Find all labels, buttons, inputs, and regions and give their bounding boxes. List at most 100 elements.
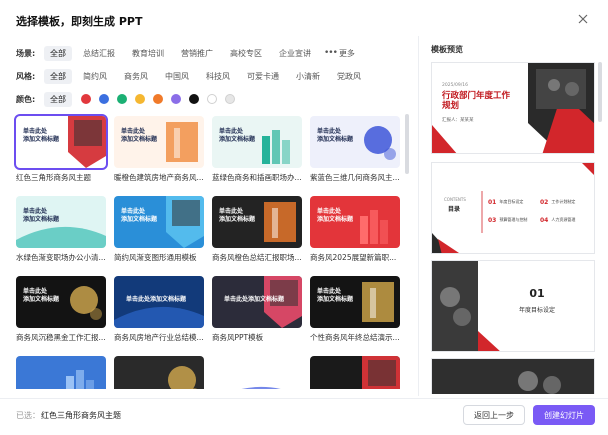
preview-slide-cover[interactable]: 2025/09/16 行政部门年度工作 规划 汇报人：某某某	[431, 62, 595, 154]
style-chip-chinese[interactable]: 中国风	[159, 69, 195, 84]
color-swatch[interactable]	[153, 94, 163, 104]
template-card[interactable]: 单击此处 添加文档标题 蓝绿色商务和插画职场办...	[212, 116, 302, 183]
template-thumbnail[interactable]: 单击此处 添加文档标题	[310, 276, 400, 328]
scene-chip-education[interactable]: 教育培训	[126, 46, 170, 61]
contents-item: 02 工作计划制定	[540, 193, 592, 211]
color-swatch[interactable]	[189, 94, 199, 104]
color-swatch[interactable]	[135, 94, 145, 104]
thumbnail-graphic	[168, 366, 198, 389]
template-card[interactable]: 单击此处添加文档标题商务风PPT模板	[212, 276, 302, 343]
scene-chip-enterprise[interactable]: 企业宣讲	[273, 46, 317, 61]
contents-item-text: 工作计划制定	[551, 199, 576, 204]
partial-graphic	[432, 359, 594, 394]
template-name: 商务风PPT模板	[212, 333, 264, 342]
thumbnail-title: 单击此处 添加文档标题	[23, 288, 60, 303]
template-name: 商务风房地产行业总结模...	[114, 333, 204, 342]
template-card[interactable]: 单击此处 添加文档标题 简约风渐变图形通用模板	[114, 196, 204, 263]
template-thumbnail[interactable]: 单击此处 添加文档标题	[212, 196, 302, 248]
template-thumbnail[interactable]: 单击此处 添加文档标题	[16, 196, 106, 248]
template-card[interactable]	[212, 356, 302, 389]
color-swatch[interactable]	[99, 94, 109, 104]
color-chip-all[interactable]: 全部	[44, 91, 72, 107]
color-swatch[interactable]	[117, 94, 127, 104]
section-num: 01	[529, 287, 545, 300]
style-chip-party[interactable]: 党政风	[331, 69, 367, 84]
close-icon[interactable]	[576, 12, 590, 26]
template-thumbnail[interactable]: 单击此处 添加文档标题	[14, 114, 108, 170]
template-card[interactable]: 单击此处 添加文档标题红色三角形商务风主题	[14, 114, 108, 183]
scene-chip-university[interactable]: 高校专区	[224, 46, 268, 61]
template-card[interactable]	[310, 356, 400, 389]
style-filter-row: 风格: 全部 简约风 商务风 中国风 科技风 可爱卡通 小清新 党政风	[16, 65, 416, 87]
style-chip-simple[interactable]: 简约风	[77, 69, 113, 84]
thumbnail-title: 单击此处 添加文档标题	[317, 128, 354, 143]
scene-label: 场景:	[16, 48, 36, 58]
style-chip-all[interactable]: 全部	[44, 68, 72, 84]
preview-slide-section[interactable]: 01 年度目标设定	[431, 260, 595, 352]
preview-slide-contents[interactable]: CONTENTS 目录 01 年度目标设定 02 工作计划制定 03 预算管理与…	[431, 162, 595, 254]
template-card[interactable]: 单击此处 添加文档标题 商务风橙色总结汇报职场...	[212, 196, 302, 263]
color-swatch[interactable]	[81, 94, 91, 104]
template-name: 商务风2025展望新篇职...	[310, 253, 397, 262]
preview-scrollbar[interactable]	[598, 62, 602, 122]
contents-item-num: 02	[540, 198, 549, 206]
color-swatch[interactable]	[207, 94, 217, 104]
template-thumbnail[interactable]	[212, 356, 302, 389]
template-card[interactable]: 单击此处 添加文档标题个性商务风年终总结演示...	[310, 276, 400, 343]
template-thumbnail[interactable]: 单击此处 添加文档标题	[16, 276, 106, 328]
back-button[interactable]: 返回上一步	[463, 405, 525, 425]
template-card[interactable]: 单击此处 添加文档标题 商务风沉稳黑金工作汇报...	[16, 276, 106, 343]
style-chip-business[interactable]: 商务风	[118, 69, 154, 84]
preview-title: 模板预览	[431, 45, 463, 54]
template-thumbnail[interactable]	[310, 356, 400, 389]
template-card[interactable]: 单击此处 添加文档标题商务风2025展望新篇职...	[310, 196, 400, 263]
contents-item-text: 年度目标设定	[499, 199, 524, 204]
contents-item-num: 01	[488, 198, 497, 206]
selected-template-name: 红色三角形商务风主题	[41, 411, 121, 420]
thumbnail-title: 单击此处 添加文档标题	[317, 208, 354, 223]
template-name: 个性商务风年终总结演示...	[310, 333, 400, 342]
thumbnail-title: 单击此处 添加文档标题	[219, 208, 256, 223]
style-chip-cartoon[interactable]: 可爱卡通	[241, 69, 285, 84]
thumbnail-title: 单击此处 添加文档标题	[317, 288, 354, 303]
template-thumbnail[interactable]	[114, 356, 204, 389]
template-name: 紫蓝色三维几何商务风主...	[310, 173, 400, 182]
style-chip-fresh[interactable]: 小清新	[290, 69, 326, 84]
template-card[interactable]	[16, 356, 106, 389]
template-thumbnail[interactable]: 单击此处 添加文档标题	[212, 116, 302, 168]
section-text: 年度目标设定	[518, 307, 555, 314]
cover-date: 2025/09/16	[442, 83, 468, 88]
contents-item: 04 人力资源管理	[540, 211, 592, 229]
style-chip-tech[interactable]: 科技风	[200, 69, 236, 84]
thumbnail-title: 单击此处添加文档标题	[126, 296, 187, 303]
create-slides-button[interactable]: 创建幻灯片	[533, 405, 595, 425]
template-thumbnail[interactable]	[16, 356, 106, 389]
contents-cn: 目录	[448, 206, 461, 213]
template-card[interactable]: 单击此处 添加文档标题水绿色渐变职场办公小清...	[16, 196, 106, 263]
template-thumbnail[interactable]: 单击此处 添加文档标题	[310, 196, 400, 248]
template-thumbnail[interactable]: 单击此处 添加文档标题	[114, 196, 204, 248]
contents-item: 03 预算管理与控制	[488, 211, 540, 229]
template-name: 红色三角形商务风主题	[16, 173, 91, 182]
scene-chip-all[interactable]: 全部	[44, 45, 72, 61]
template-card[interactable]: 单击此处 添加文档标题紫蓝色三维几何商务风主...	[310, 116, 400, 183]
template-card[interactable]: 单击此处 添加文档标题暖橙色建筑房地产商务风...	[114, 116, 204, 183]
scene-chip-summary[interactable]: 总结汇报	[77, 46, 121, 61]
template-thumbnail[interactable]: 单击此处 添加文档标题	[310, 116, 400, 168]
color-swatch[interactable]	[171, 94, 181, 104]
preview-slide-partial[interactable]	[431, 358, 595, 394]
panel-divider	[418, 36, 419, 396]
template-name: 暖橙色建筑房地产商务风...	[114, 173, 204, 182]
template-thumbnail[interactable]: 单击此处添加文档标题	[212, 276, 302, 328]
template-name: 水绿色渐变职场办公小清...	[16, 253, 106, 262]
template-card[interactable]	[114, 356, 204, 389]
scene-chip-marketing[interactable]: 营销推广	[175, 46, 219, 61]
more-label: 更多	[338, 48, 355, 58]
color-swatch[interactable]	[225, 94, 235, 104]
template-thumbnail[interactable]: 单击此处添加文档标题	[114, 276, 204, 328]
template-thumbnail[interactable]: 单击此处 添加文档标题	[114, 116, 204, 168]
template-card[interactable]: 单击此处添加文档标题商务风房地产行业总结模...	[114, 276, 204, 343]
cover-heading: 行政部门年度工作 规划	[442, 91, 511, 111]
grid-scrollbar[interactable]	[405, 114, 409, 174]
more-button[interactable]: ••• 更多	[324, 48, 355, 59]
